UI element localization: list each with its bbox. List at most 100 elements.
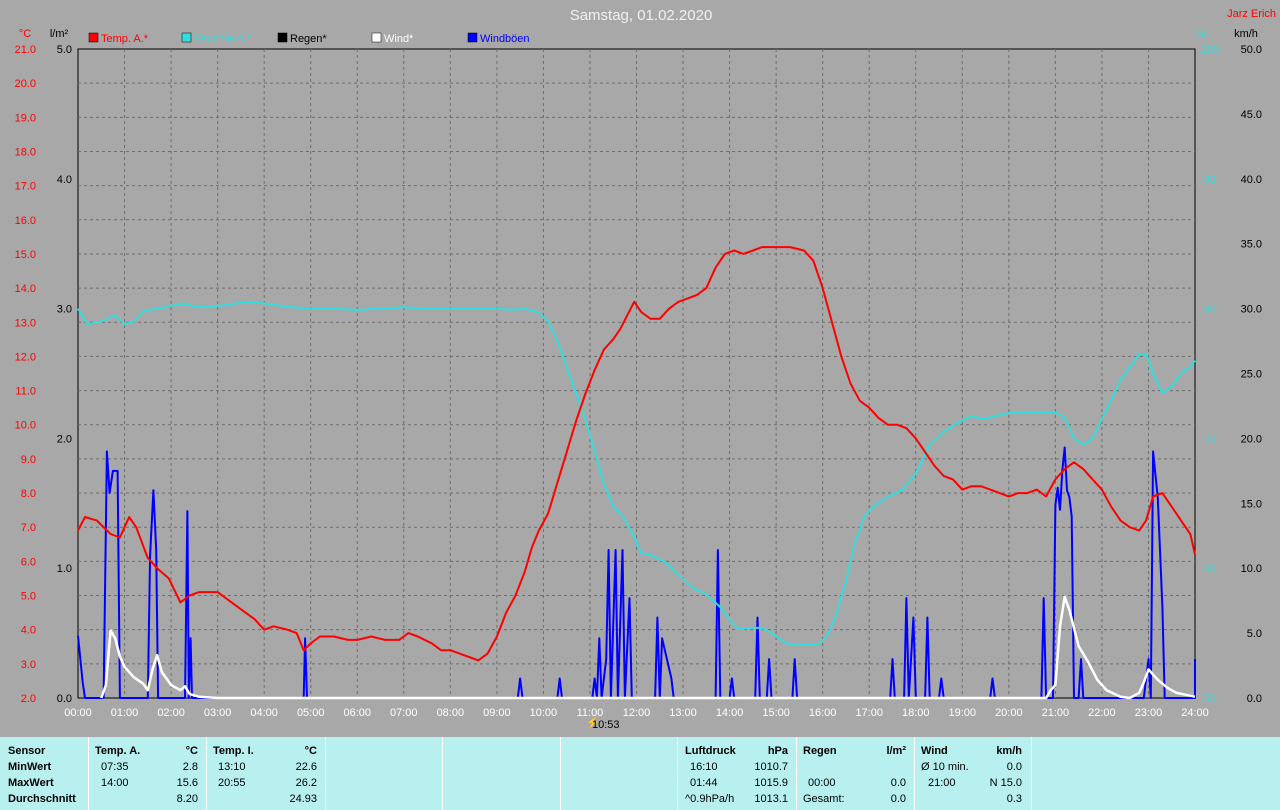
x-tick-label: 05:00 — [297, 707, 325, 719]
pressure-trend: ^0.9hPa/h — [685, 793, 735, 805]
temp-tick-label: 4.0 — [21, 625, 36, 637]
rain-tick-label: 1.0 — [57, 563, 72, 575]
wind-unit-label: km/h — [1234, 28, 1258, 40]
wind-tick-label: 10.0 — [1241, 563, 1262, 575]
x-tick-label: 04:00 — [250, 707, 278, 719]
temp-i-max: 26.2 — [295, 777, 317, 789]
temp-tick-label: 9.0 — [21, 454, 36, 466]
x-tick-label: 18:00 — [902, 707, 930, 719]
humidity-tick-label: 80 — [1204, 304, 1216, 316]
legend-swatch — [181, 32, 192, 43]
temp-i-header: Temp. I. — [213, 745, 254, 757]
weather-chart-page: Samstag, 01.02.2020 Jarz Erich °C l/m² %… — [0, 0, 1280, 810]
temp-i-avg: 24.93 — [289, 793, 317, 805]
wind-tick-label: 50.0 — [1241, 44, 1262, 56]
x-tick-label: 10:00 — [530, 707, 558, 719]
temp-tick-label: 8.0 — [21, 488, 36, 500]
rain-tick-label: 0.0 — [57, 693, 72, 705]
x-tick-label: 15:00 — [762, 707, 790, 719]
legend-label: Regen* — [290, 33, 327, 45]
row-avg-label: Durchschnitt — [8, 793, 76, 805]
temp-a-max-time: 14:00 — [101, 777, 129, 789]
rain-tick-label: 3.0 — [57, 304, 72, 316]
rain-tick-label: 2.0 — [57, 433, 72, 445]
legend-swatch — [88, 32, 99, 43]
wind-tick-label: 30.0 — [1241, 304, 1262, 316]
wind-header: Wind — [921, 745, 948, 757]
temp-tick-label: 16.0 — [15, 215, 36, 227]
rain-max: 0.0 — [890, 777, 906, 789]
legend-label: Wind* — [384, 33, 414, 45]
series-line-wind — [100, 595, 1196, 700]
sensor-header: Sensor — [8, 745, 46, 757]
x-tick-label: 03:00 — [204, 707, 232, 719]
chart-legend: Temp. A.* Feuchte A.* Regen* Wind* Windböen — [88, 32, 530, 45]
wind-tick-label: 25.0 — [1241, 369, 1262, 381]
wind-tick-label: 0.0 — [1247, 693, 1262, 705]
legend-swatch — [371, 32, 382, 43]
rain-tick-label: 4.0 — [57, 174, 72, 186]
legend-label: Temp. A.* — [101, 33, 149, 45]
statistics-table: Sensor MinWert MaxWert Durchschnitt Temp… — [0, 737, 1280, 810]
rain-total: 0.0 — [890, 793, 906, 805]
temp-a-max: 15.6 — [176, 777, 198, 789]
temp-tick-label: 21.0 — [15, 44, 36, 56]
weather-chart: Samstag, 01.02.2020 Jarz Erich °C l/m² %… — [15, 7, 1276, 731]
temp-a-unit: °C — [185, 745, 198, 757]
temp-a-min: 2.8 — [182, 761, 198, 773]
x-tick-label: 06:00 — [343, 707, 371, 719]
legend-item: Regen* — [277, 32, 327, 45]
x-tick-label: 09:00 — [483, 707, 511, 719]
x-tick-label: 23:00 — [1135, 707, 1163, 719]
legend-item: Feuchte A.* — [181, 32, 252, 45]
wind-max-time: 21:00 — [928, 777, 956, 789]
temp-tick-label: 3.0 — [21, 659, 36, 671]
legend-swatch — [277, 32, 288, 43]
x-tick-label: 17:00 — [855, 707, 883, 719]
temp-tick-label: 11.0 — [15, 386, 36, 398]
x-tick-label: 02:00 — [157, 707, 185, 719]
pressure-header: Luftdruck — [685, 745, 736, 757]
humidity-tick-label: 90 — [1204, 174, 1216, 186]
temp-tick-label: 14.0 — [15, 283, 36, 295]
pressure-max-time: 01:44 — [690, 777, 718, 789]
x-tick-label: 16:00 — [809, 707, 837, 719]
pressure-avg: 1013.1 — [754, 793, 788, 805]
legend-item: Temp. A.* — [88, 32, 149, 45]
temp-tick-label: 12.0 — [15, 351, 36, 363]
legend-swatch — [467, 32, 478, 43]
wind-tick-label: 15.0 — [1241, 498, 1262, 510]
wind-unit: km/h — [996, 745, 1022, 757]
temp-tick-label: 18.0 — [15, 146, 36, 158]
legend-item: Wind* — [371, 32, 414, 45]
temp-a-avg: 8.20 — [176, 793, 198, 805]
temp-tick-label: 13.0 — [15, 317, 36, 329]
rain-unit: l/m² — [886, 745, 906, 757]
wind-tick-label: 40.0 — [1241, 174, 1262, 186]
event-marker: ⚡ 10:53 — [586, 716, 620, 731]
x-tick-label: 08:00 — [437, 707, 465, 719]
series-line-feuchtea — [77, 301, 1196, 646]
row-max-label: MaxWert — [8, 777, 54, 789]
chart-title: Samstag, 01.02.2020 — [570, 7, 713, 24]
author-label: Jarz Erich — [1227, 8, 1276, 20]
x-tick-label: 19:00 — [949, 707, 977, 719]
temp-unit-label: °C — [19, 28, 31, 40]
temp-i-min-time: 13:10 — [218, 761, 246, 773]
legend-label: Windböen — [480, 33, 530, 45]
temp-a-header: Temp. A. — [95, 745, 141, 757]
x-tick-label: 12:00 — [623, 707, 651, 719]
temp-tick-label: 17.0 — [15, 181, 36, 193]
rain-unit-label: l/m² — [50, 28, 69, 40]
rain-total-label: Gesamt: — [803, 793, 845, 805]
legend-label: Feuchte A.* — [194, 33, 252, 45]
temp-tick-label: 2.0 — [21, 693, 36, 705]
pressure-min-time: 16:10 — [690, 761, 718, 773]
wind-avg-label: Ø 10 min. — [921, 761, 969, 773]
humidity-tick-label: 70 — [1204, 433, 1216, 445]
wind-last: 0.3 — [1006, 793, 1022, 805]
x-tick-label: 00:00 — [64, 707, 92, 719]
pressure-min: 1010.7 — [754, 761, 788, 773]
x-tick-label: 24:00 — [1181, 707, 1209, 719]
x-tick-label: 07:00 — [390, 707, 418, 719]
